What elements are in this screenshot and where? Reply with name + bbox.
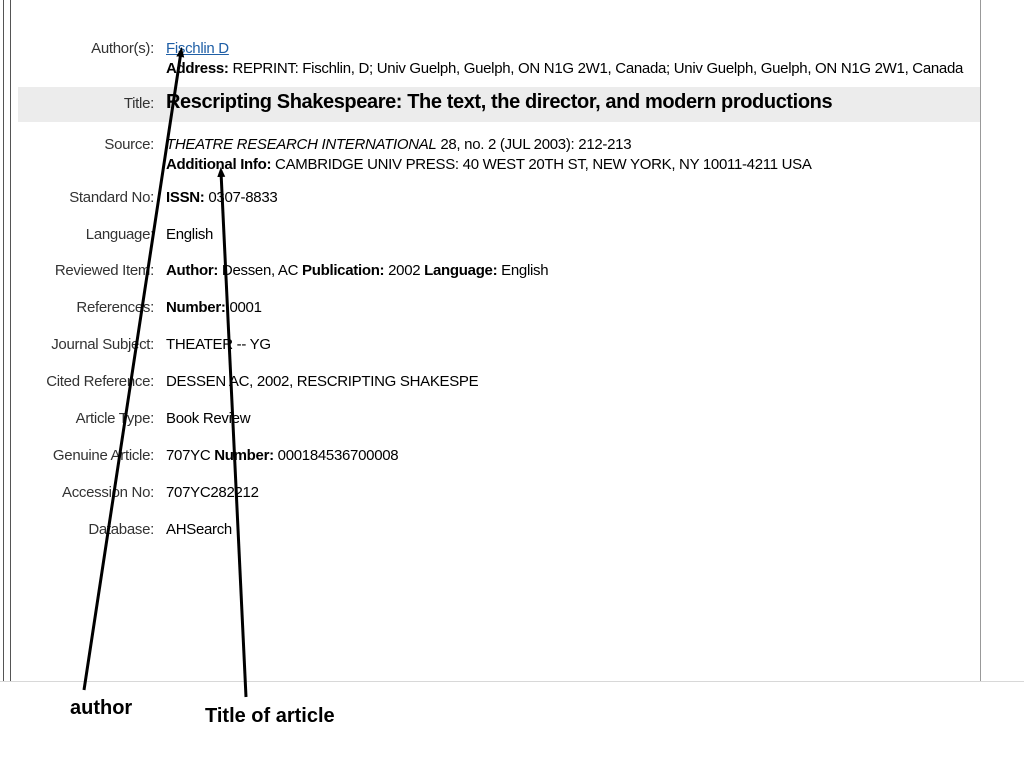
reviewed-item-label: Reviewed Item: [54,262,154,279]
journal-name: THEATRE RESEARCH INTERNATIONAL [166,136,437,153]
reviewed-lang: English [497,262,549,279]
article-type-value: Book Review [166,410,251,427]
reviewed-pub: 2002 [384,262,425,279]
record-detail: Author(s): Fischlin D Address: REPRINT: … [0,36,980,540]
author-annotation-label: author [70,697,133,719]
article-type-label: Article Type: [75,410,155,427]
language-row: Language: English [0,225,980,245]
author-link[interactable]: Fischlin D [166,40,229,57]
reviewed-author: Dessen, AC [218,262,303,279]
cited-reference-row: Cited Reference: DESSEN AC, 2002, RESCRI… [0,372,980,392]
address-key: Address: [166,60,229,77]
journal-subject-label: Journal Subject: [51,336,154,353]
cited-reference-label: Cited Reference: [46,373,154,390]
frame-border-bottom [0,681,1024,682]
reviewed-item-row: Reviewed Item: Author: Dessen, AC Public… [0,261,980,281]
author-value: Fischlin D Address: REPRINT: Fischlin, D… [158,39,980,79]
article-type-row: Article Type: Book Review [0,409,980,429]
accession-no-value: 707YC282212 [166,484,259,501]
references-row: References: Number: 0001 [0,298,980,318]
title-label: Title: [123,95,154,112]
language-value: English [166,226,214,243]
source-details: 28, no. 2 (JUL 2003): 212-213 [436,136,632,153]
references-key: Number: [166,299,226,316]
source-row: Source: THEATRE RESEARCH INTERNATIONAL 2… [0,135,980,175]
source-value: THEATRE RESEARCH INTERNATIONAL 28, no. 2… [158,135,980,175]
accession-no-row: Accession No: 707YC282212 [0,483,980,503]
database-label: Database: [88,521,154,538]
genuine-article-row: Genuine Article: 707YC Number: 000184536… [0,446,980,466]
standard-no-row: Standard No: ISSN: 0307-8833 [0,188,980,208]
journal-subject-value: THEATER -- YG [166,336,271,353]
journal-subject-row: Journal Subject: THEATER -- YG [0,335,980,355]
database-value: AHSearch [166,521,232,538]
source-label: Source: [104,136,154,153]
language-label: Language: [85,226,155,243]
author-row: Author(s): Fischlin D Address: REPRINT: … [0,39,980,79]
reviewed-pub-key: Publication: [302,262,385,279]
accession-no-label: Accession No: [62,484,154,501]
references-label: References: [76,299,154,316]
frame-border-right [980,0,981,682]
cited-reference-value: DESSEN AC, 2002, RESCRIPTING SHAKESPE [166,373,479,390]
author-label: Author(s): [91,40,154,57]
references-value: 0001 [225,299,262,316]
genuine-number-value: 000184536700008 [273,447,399,464]
reviewed-lang-key: Language: [424,262,498,279]
genuine-number-key: Number: [214,447,274,464]
reviewed-author-key: Author: [166,262,219,279]
genuine-article-label: Genuine Article: [52,447,154,464]
issn-value: 0307-8833 [204,189,278,206]
database-row: Database: AHSearch [0,520,980,540]
address-text: REPRINT: Fischlin, D; Univ Guelph, Guelp… [228,60,964,77]
issn-key: ISSN: [166,189,205,206]
title-annotation-label: Title of article [205,705,335,727]
standard-no-label: Standard No: [69,189,154,206]
reviewed-item-value: Author: Dessen, AC Publication: 2002 Lan… [158,261,980,281]
title-row: Title: Rescripting Shakespeare: The text… [18,87,980,122]
article-title: Rescripting Shakespeare: The text, the d… [166,91,833,113]
additional-info-text: CAMBRIDGE UNIV PRESS: 40 WEST 20TH ST, N… [271,156,812,173]
genuine-article-value: 707YC [166,447,215,464]
additional-info-key: Additional Info: [166,156,272,173]
